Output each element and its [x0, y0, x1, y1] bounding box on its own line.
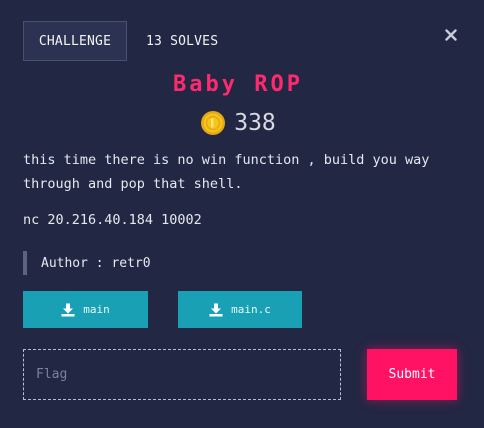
flag-input[interactable]: [23, 349, 341, 400]
challenge-value: 338: [0, 107, 476, 139]
tab-challenge-label: CHALLENGE: [38, 33, 112, 49]
author-quote: Author : retr0: [23, 251, 151, 275]
tab-challenge[interactable]: CHALLENGE: [23, 21, 127, 61]
download-icon: [209, 303, 223, 316]
download-main-c-button[interactable]: main.c: [178, 291, 302, 328]
download-icon: [61, 303, 75, 316]
close-button[interactable]: [441, 25, 461, 45]
submit-button[interactable]: Submit: [367, 349, 457, 400]
connection-info: nc 20.216.40.184 10002: [23, 212, 202, 228]
points-value: 338: [234, 110, 276, 136]
coin-icon: [201, 111, 226, 135]
challenge-description: this time there is no win function , bui…: [23, 152, 430, 192]
tab-solves-label: 13 SOLVES: [146, 33, 219, 49]
challenge-title: Baby ROP: [173, 72, 303, 97]
file-label: main: [83, 303, 110, 316]
tab-solves[interactable]: 13 SOLVES: [146, 21, 218, 61]
author-text: Author : retr0: [41, 255, 151, 271]
download-main-button[interactable]: main: [23, 291, 148, 328]
file-label: main.c: [231, 303, 271, 316]
close-icon: [445, 29, 457, 41]
